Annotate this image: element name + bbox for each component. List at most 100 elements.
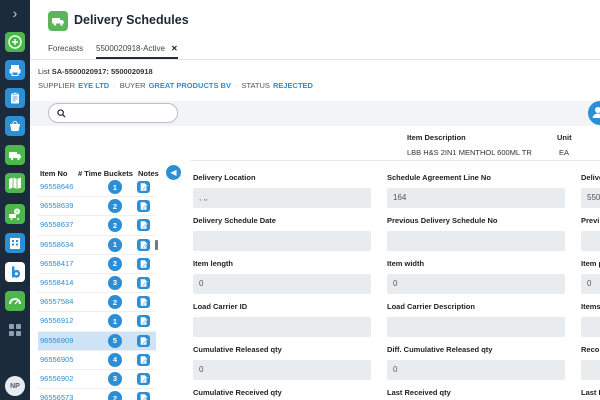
sa-line-no-label: Schedule Agreement Line No [387,173,491,182]
item-no-link[interactable]: 96556573 [40,393,73,400]
load-carrier-id-field[interactable] [193,317,371,337]
diff-cum-released-label: Diff. Cumulative Released qty [387,345,493,354]
app-header: Delivery Schedules [30,0,600,40]
prev-partial-field[interactable] [581,231,600,251]
notes-icon[interactable] [137,181,150,193]
item-no-link[interactable]: 96556909 [40,336,73,345]
item-length-field[interactable]: 0 [193,274,371,294]
col-item-no: Item No [40,169,68,178]
time-bucket-badge[interactable]: 1 [108,180,122,194]
plus-icon[interactable] [5,32,25,52]
delivery-location-field[interactable]: , ,, [193,188,371,208]
search-bar [30,101,600,126]
supplier-value[interactable]: EYE LTD [78,81,109,90]
main-content: Delivery Schedules Forecasts 5500020918-… [30,0,600,400]
user-avatar[interactable]: NP [5,376,25,396]
table-row[interactable]: 96556905 4 [38,351,156,370]
notes-icon[interactable] [137,219,150,232]
buyer-value[interactable]: GREAT PRODUCTS BV [149,81,231,90]
time-bucket-badge[interactable]: 5 [108,333,122,348]
table-row[interactable]: 96556912 1 [38,312,156,332]
deliv-partial-field[interactable]: 550 [581,188,600,208]
notes-icon[interactable] [137,392,150,400]
diff-cum-released-field[interactable]: 0 [387,360,565,380]
map-icon[interactable] [5,173,25,193]
list-value: SA-5500020917: 5500020918 [51,67,153,76]
grid-icon[interactable] [5,320,25,340]
time-bucket-badge[interactable]: 2 [108,295,122,310]
gauge-icon[interactable] [5,291,25,311]
notes-icon[interactable] [137,315,150,328]
time-bucket-badge[interactable]: 1 [108,237,122,252]
building-icon[interactable] [5,233,25,253]
b-logo-icon[interactable] [5,262,25,282]
list-scrollbar[interactable] [155,240,158,250]
basket-icon[interactable] [5,116,25,136]
time-bucket-badge[interactable]: 3 [108,371,122,386]
notes-icon[interactable] [137,334,150,347]
delivery-schedule-date-field[interactable] [193,231,371,251]
item-no-link[interactable]: 96556912 [40,316,73,325]
table-row[interactable]: 96556909 5 [38,331,156,351]
tab-active-schedule[interactable]: 5500020918-Active ✕ [96,44,178,59]
notes-icon[interactable] [137,276,150,289]
time-bucket-badge[interactable]: 2 [108,218,122,233]
load-carrier-desc-field[interactable] [387,317,565,337]
item-no-link[interactable]: 96558637 [40,220,73,229]
time-bucket-badge[interactable]: 1 [108,314,122,329]
item-no-link[interactable]: 96558634 [40,240,73,249]
col-notes: Notes [138,169,159,178]
table-row[interactable]: 96558414 3 [38,274,156,294]
truck-check-icon[interactable] [5,145,25,165]
table-row[interactable]: 96557584 2 [38,293,156,313]
time-bucket-badge[interactable]: 4 [108,352,122,367]
items-partial-field[interactable] [581,317,600,337]
item-no-link[interactable]: 96557584 [40,297,73,306]
reco-partial-field[interactable] [581,360,600,380]
header-meta: SUPPLIER EYE LTD · BUYER GREAT PRODUCTS BV · S… [38,81,313,90]
table-row[interactable]: 96556573 2 [38,389,156,400]
search-icon [57,109,66,118]
prev-schedule-no-field[interactable] [387,231,565,251]
add-user-button[interactable] [588,101,600,125]
notes-icon[interactable] [137,296,150,309]
notes-icon[interactable] [137,257,150,270]
notes-icon[interactable] [137,238,150,251]
item-no-link[interactable]: 96558414 [40,278,73,287]
truck-clock-icon[interactable] [5,204,25,224]
printer-icon[interactable] [5,60,25,80]
time-bucket-badge[interactable]: 2 [108,256,122,271]
table-row[interactable]: 96558634 1 [38,236,156,255]
notes-icon[interactable] [137,200,150,213]
time-bucket-badge[interactable]: 3 [108,275,122,290]
expand-nav-chevron-icon[interactable]: › [0,0,30,26]
delivery-truck-icon [48,11,68,31]
item-width-field[interactable]: 0 [387,274,565,294]
close-tab-icon[interactable]: ✕ [171,44,178,53]
clipboard-icon[interactable] [5,88,25,108]
notes-icon[interactable] [137,372,150,385]
sa-line-no-field[interactable]: 164 [387,188,565,208]
item-no-link[interactable]: 96556902 [40,374,73,383]
cum-released-field[interactable]: 0 [193,360,371,380]
search-input[interactable] [48,103,178,123]
reco-partial-label: Reco [581,345,600,354]
table-row[interactable]: 96558646 1 [38,178,156,198]
item-no-link[interactable]: 96558417 [40,259,73,268]
tab-forecasts[interactable]: Forecasts [48,44,83,53]
meta-separator: · [113,81,116,90]
time-bucket-badge[interactable]: 2 [108,391,122,400]
item-no-link[interactable]: 96558639 [40,201,73,210]
delivery-schedule-date-label: Delivery Schedule Date [193,216,276,225]
table-row[interactable]: 96558637 2 [38,216,156,236]
collapse-panel-button[interactable]: ◀ [166,165,181,180]
item-no-link[interactable]: 96556905 [40,355,73,364]
time-bucket-badge[interactable]: 2 [108,199,122,214]
table-row[interactable]: 96558417 2 [38,255,156,274]
notes-icon[interactable] [137,353,150,366]
item-partial-field[interactable]: 0 [581,274,600,294]
unit-value: EA [559,148,570,157]
item-no-link[interactable]: 96558646 [40,182,73,191]
table-row[interactable]: 96556902 3 [38,370,156,390]
table-row[interactable]: 96558639 2 [38,197,156,217]
